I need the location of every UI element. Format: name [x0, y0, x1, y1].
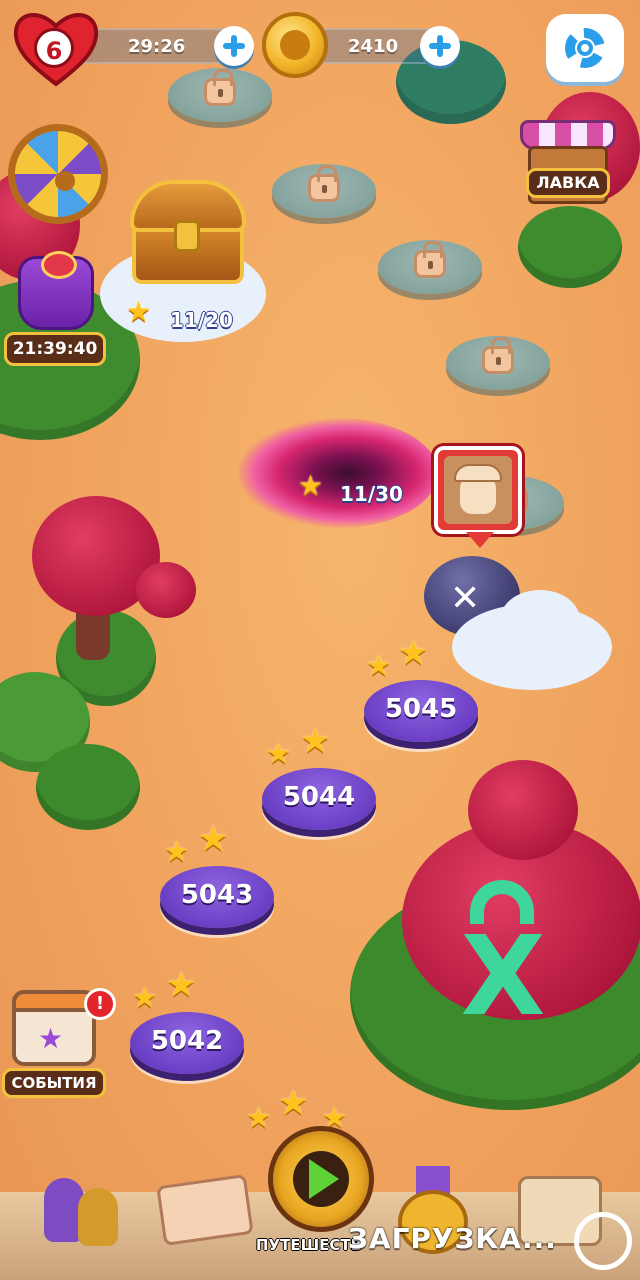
star-icon: ★: [198, 819, 229, 859]
level-node-5043[interactable]: 5043: [160, 866, 274, 928]
journey-label: ПУТЕШЕСТВ: [256, 1236, 363, 1254]
level-node-5044[interactable]: 5044: [262, 768, 376, 830]
coin-icon: [262, 12, 328, 78]
events-label: СОБЫТИЯ: [2, 1068, 106, 1098]
lock-icon: [482, 337, 514, 374]
portal-vortex[interactable]: [238, 418, 438, 528]
star-icon: ★: [298, 469, 324, 502]
add-lives-button[interactable]: [214, 26, 254, 66]
chest-icon: [174, 220, 200, 252]
calendar-icon: ★: [38, 1022, 64, 1055]
tree-big-right-top: [468, 760, 578, 860]
star-icon: ★: [366, 649, 392, 682]
cloud-bomb-2: [500, 590, 580, 650]
star-icon: ★: [300, 721, 331, 761]
level-node-5045[interactable]: 5045: [364, 680, 478, 742]
star-icon: ★: [164, 835, 190, 868]
settings-button[interactable]: [546, 14, 624, 82]
play-button[interactable]: [268, 1126, 374, 1232]
locked-level-node[interactable]: [168, 68, 272, 122]
star-icon: ★: [398, 633, 429, 673]
chest-button[interactable]: [122, 180, 252, 290]
locked-level-node[interactable]: [272, 164, 376, 218]
cross-sign-icon: X: [460, 912, 546, 1040]
star-icon: ★: [166, 965, 197, 1005]
ship-wheel-icon: [574, 1212, 632, 1270]
lock-icon: [308, 165, 340, 202]
bag-icon: [41, 251, 77, 279]
mail-icon: [156, 1174, 254, 1246]
play-icon: [309, 1159, 339, 1199]
crossed-swords-icon: ✕: [450, 578, 481, 619]
chest-progress: 11/20: [170, 308, 233, 332]
tree-top-left-small: [136, 562, 196, 618]
level-node-5042[interactable]: 5042: [130, 1012, 244, 1074]
game-map: X 29:26 6 2410 ★ 11/20 21:39:40 ЛАВКА ★: [0, 0, 640, 1280]
lives-timer: 29:26: [128, 36, 186, 57]
friends-button[interactable]: [40, 1168, 126, 1250]
pirate-icon: [454, 464, 502, 482]
star-icon: ★: [278, 1083, 309, 1123]
bundle-offer-button[interactable]: [18, 251, 94, 330]
lock-icon: [204, 69, 236, 106]
fortune-wheel-button[interactable]: [8, 124, 108, 224]
locked-level-node[interactable]: [446, 336, 550, 390]
player-avatar-marker: [434, 446, 522, 534]
add-coins-button[interactable]: [420, 26, 460, 66]
star-icon: ★: [246, 1101, 272, 1134]
island-left-bush: [36, 744, 140, 830]
events-alert-badge: !: [84, 988, 116, 1020]
star-icon: ★: [126, 295, 152, 328]
mail-button[interactable]: [156, 1174, 254, 1246]
shop-label: ЛАВКА: [526, 168, 610, 198]
locked-level-node[interactable]: [378, 240, 482, 294]
lock-icon: [414, 241, 446, 278]
star-icon: ★: [266, 737, 292, 770]
lives-count: 6: [34, 28, 74, 68]
bundle-timer: 21:39:40: [4, 332, 106, 366]
island-top-right: [518, 206, 622, 288]
loading-text: ЗАГРУЗКА...: [348, 1222, 557, 1255]
coins-count: 2410: [348, 36, 399, 57]
portal-progress: 11/30: [340, 482, 403, 506]
fortune-wheel-icon: [55, 171, 75, 191]
star-icon: ★: [132, 981, 158, 1014]
